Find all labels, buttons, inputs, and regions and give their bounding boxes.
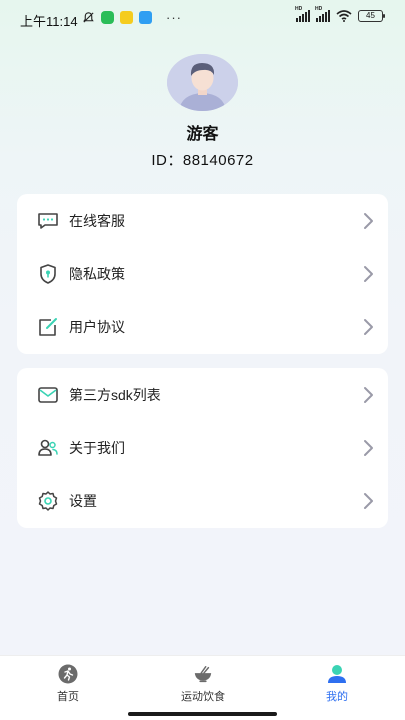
menu-item-label: 用户协议 xyxy=(69,318,125,335)
signal-icon-2: HD xyxy=(315,6,330,22)
tab-label: 运动饮食 xyxy=(181,691,225,703)
menu-item-sdk-list[interactable]: 第三方sdk列表 xyxy=(17,368,388,421)
tab-home[interactable]: 首页 xyxy=(23,664,113,704)
tab-label: 首页 xyxy=(57,691,79,703)
menu-item-online-service[interactable]: 在线客服 xyxy=(17,194,388,247)
chat-bubble-icon xyxy=(37,210,59,232)
chevron-right-icon xyxy=(364,212,373,229)
more-notifications-icon: ··· xyxy=(166,10,182,25)
menu-item-about-us[interactable]: 关于我们 xyxy=(17,421,388,474)
chevron-right-icon xyxy=(364,265,373,282)
status-time: 上午11:14 xyxy=(20,14,78,29)
menu-item-settings[interactable]: 设置 xyxy=(17,474,388,527)
shield-icon xyxy=(37,263,59,285)
wechat-icon xyxy=(101,11,114,24)
bottom-tab-bar: 首页 运动饮食 我的 xyxy=(0,655,405,720)
tab-sport-diet[interactable]: 运动饮食 xyxy=(158,664,248,704)
chevron-right-icon xyxy=(364,318,373,335)
envelope-icon xyxy=(37,384,59,406)
bowl-icon xyxy=(193,664,213,684)
avatar[interactable] xyxy=(167,54,238,111)
username: 游客 xyxy=(186,126,219,143)
default-avatar-icon xyxy=(167,54,238,111)
tab-label: 我的 xyxy=(326,691,348,703)
tab-mine[interactable]: 我的 xyxy=(292,664,382,704)
menu-item-label: 隐私政策 xyxy=(69,265,125,282)
signal-icon: HD xyxy=(295,6,310,22)
person-icon xyxy=(327,664,347,684)
menu-item-user-agreement[interactable]: 用户协议 xyxy=(17,300,388,353)
blue-app-icon xyxy=(139,11,152,24)
menu-item-privacy-policy[interactable]: 隐私政策 xyxy=(17,247,388,300)
menu-card-general: 在线客服 隐私政策 用户协议 xyxy=(17,194,388,354)
mute-bell-icon xyxy=(83,12,94,23)
wifi-icon xyxy=(336,10,352,22)
menu-item-label: 在线客服 xyxy=(69,212,125,229)
home-indicator xyxy=(128,712,277,716)
menu-item-label: 第三方sdk列表 xyxy=(69,386,161,403)
menu-item-label: 关于我们 xyxy=(69,439,125,456)
chevron-right-icon xyxy=(364,492,373,509)
edit-document-icon xyxy=(37,316,59,338)
gear-icon xyxy=(37,490,59,512)
status-bar: 上午11:14 ··· HD HD 45 xyxy=(0,0,405,36)
chevron-right-icon xyxy=(364,439,373,456)
menu-item-label: 设置 xyxy=(69,492,97,509)
user-id: ID：88140672 xyxy=(151,152,254,169)
yellow-app-icon xyxy=(120,11,133,24)
status-notification-icons: ··· xyxy=(82,11,182,24)
chevron-right-icon xyxy=(364,386,373,403)
runner-icon xyxy=(58,664,78,684)
status-right: HD HD 45 xyxy=(295,6,385,22)
battery-icon: 45 xyxy=(358,10,385,22)
menu-card-about: 第三方sdk列表 关于我们 设置 xyxy=(17,368,388,528)
users-icon xyxy=(37,437,59,459)
